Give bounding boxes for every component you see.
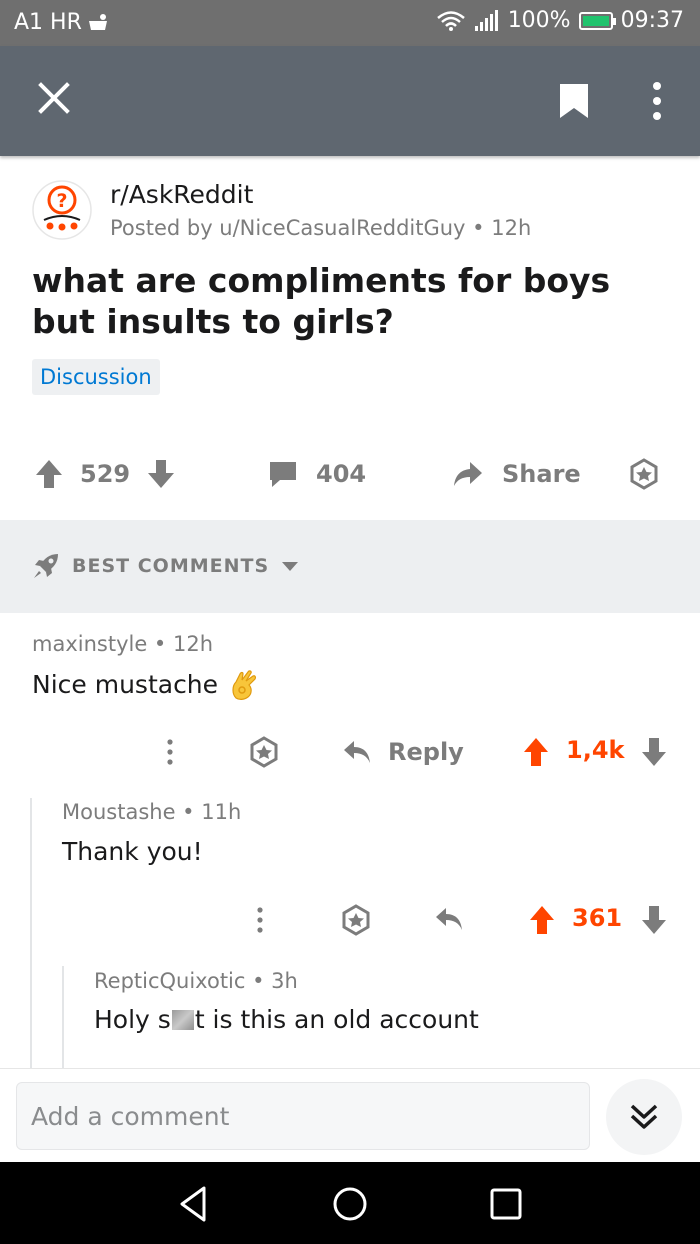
- rocket-icon: [34, 554, 58, 578]
- share-arrow-icon: [454, 462, 482, 486]
- comment-composer: [0, 1068, 700, 1163]
- home-icon[interactable]: [330, 1184, 370, 1224]
- award-icon[interactable]: [248, 736, 280, 768]
- upvote-arrow-icon[interactable]: [522, 736, 550, 768]
- award-icon: [630, 458, 658, 490]
- arrow-down-icon: [148, 460, 174, 488]
- svg-text:?: ?: [56, 190, 67, 212]
- share-label: Share: [502, 460, 581, 488]
- reply-arrow-icon[interactable]: [434, 906, 464, 932]
- android-nav-bar: [0, 1162, 700, 1244]
- add-comment-input[interactable]: [16, 1082, 590, 1150]
- signal-icon: [474, 9, 498, 31]
- more-vertical-icon[interactable]: [160, 738, 180, 766]
- share-button[interactable]: Share: [452, 450, 581, 498]
- comment-sort-bar: BEST COMMENTS: [0, 520, 700, 613]
- battery-icon: [578, 11, 616, 30]
- arrow-up-icon: [36, 460, 62, 488]
- status-bar: A1 HR 100% 09:37: [0, 0, 700, 46]
- more-vertical-icon[interactable]: [250, 906, 270, 934]
- wifi-icon: [436, 10, 465, 31]
- sort-label: BEST COMMENTS: [72, 555, 270, 577]
- comments-button[interactable]: 404: [268, 450, 366, 498]
- award-button[interactable]: [628, 450, 660, 498]
- comment-actions: 361: [250, 900, 670, 940]
- recents-icon[interactable]: [486, 1184, 526, 1224]
- comment-text-prefix: Holy s: [94, 1005, 171, 1034]
- upvote-arrow-icon[interactable]: [528, 904, 556, 936]
- close-icon[interactable]: [36, 80, 72, 116]
- comment-meta[interactable]: RepticQuixotic • 3h: [94, 969, 298, 993]
- reply-label: Reply: [388, 738, 464, 766]
- downvote-arrow-icon[interactable]: [640, 736, 668, 768]
- comment-body: Holy s t is this an old account: [94, 1005, 479, 1034]
- reply-arrow-icon: [344, 741, 370, 763]
- downvote-button[interactable]: [146, 450, 176, 498]
- caret-down-icon: [282, 562, 299, 571]
- ok-hand-icon: [232, 670, 257, 700]
- comment-score: 1,4k: [566, 736, 625, 764]
- top-toolbar: [0, 46, 700, 156]
- comment-body: Thank you!: [62, 837, 203, 866]
- thread-line[interactable]: [30, 798, 32, 1068]
- upvote-button[interactable]: [34, 450, 64, 498]
- subreddit-icon[interactable]: ?: [32, 180, 92, 240]
- carrier-label: A1 HR: [14, 10, 82, 35]
- award-icon[interactable]: [340, 904, 372, 936]
- post-title: what are compliments for boys but insult…: [32, 261, 611, 341]
- downvote-arrow-icon[interactable]: [640, 904, 668, 936]
- comment-body: Nice mustache: [32, 668, 258, 700]
- comment-score: 361: [572, 904, 623, 932]
- more-vertical-icon[interactable]: [646, 80, 668, 122]
- thread-line[interactable]: [62, 966, 64, 1068]
- bookmark-icon[interactable]: [558, 82, 590, 120]
- post-author-meta: Posted by u/NiceCasualRedditGuy • 12h: [110, 216, 532, 240]
- comment-actions: Reply 1,4k: [160, 732, 670, 772]
- comment-count: 404: [316, 460, 367, 488]
- post-flair: Discussion: [32, 359, 160, 395]
- comment-text-suffix: t is this an old account: [194, 1005, 479, 1034]
- comment-text: Nice mustache: [32, 669, 219, 699]
- comment-meta[interactable]: maxinstyle • 12h: [32, 632, 213, 656]
- double-chevron-down-icon: [630, 1104, 658, 1129]
- post-actions: 529 404 Share: [0, 450, 700, 498]
- censor-blur: [171, 1009, 194, 1030]
- clock: 09:37: [620, 8, 684, 33]
- battery-percent: 100%: [507, 8, 571, 33]
- comment-bubble-icon: [270, 462, 296, 487]
- comment-meta[interactable]: Moustashe • 11h: [62, 800, 241, 824]
- sort-dropdown[interactable]: BEST COMMENTS: [32, 552, 299, 580]
- jump-to-next-button[interactable]: [606, 1079, 682, 1155]
- reply-button[interactable]: Reply: [342, 732, 464, 772]
- subreddit-name[interactable]: r/AskReddit: [110, 180, 253, 209]
- back-icon[interactable]: [174, 1184, 214, 1224]
- notification-icon: [88, 13, 107, 30]
- post-score: 529: [80, 460, 131, 488]
